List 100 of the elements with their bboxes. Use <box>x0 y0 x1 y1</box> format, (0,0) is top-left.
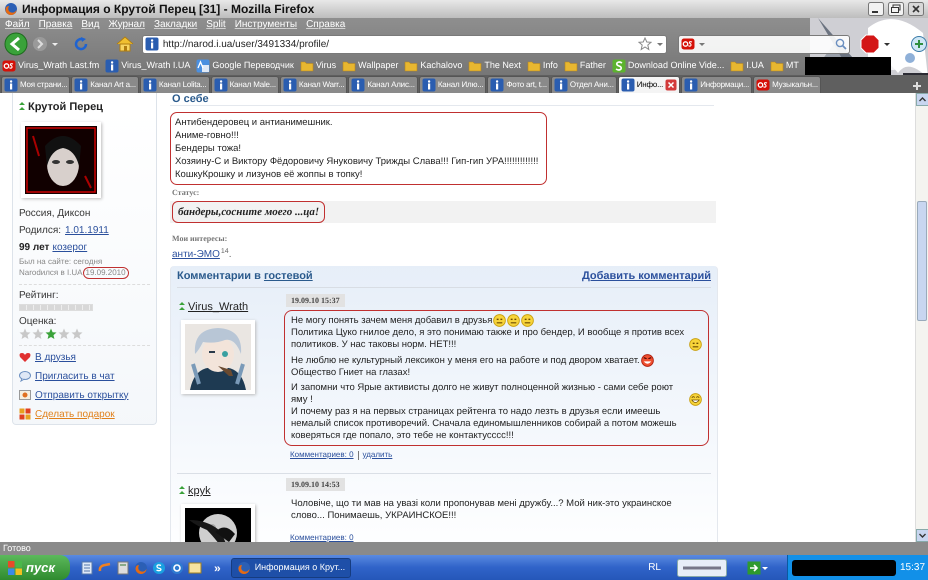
star-icon[interactable] <box>45 328 57 340</box>
guestbook-link[interactable]: гостевой <box>264 268 313 285</box>
star-icon[interactable] <box>19 328 31 340</box>
author-link[interactable]: kpyk <box>188 483 211 500</box>
joined-date: 19.09.2010 <box>82 266 129 278</box>
menu-item[interactable]: Справка <box>306 20 346 30</box>
status-text: Готово <box>3 544 31 553</box>
meh-emoticon-icon <box>507 314 520 327</box>
bookmark-item[interactable]: Google Переводчик <box>196 58 294 74</box>
meh-emoticon-icon <box>493 314 506 327</box>
menu-item[interactable]: Файл <box>5 20 30 30</box>
folder-icon <box>730 59 744 73</box>
age-text: 99 лет <box>19 242 50 254</box>
tab[interactable]: Музыкальн... <box>753 76 821 93</box>
meh-emoticon-icon <box>521 314 534 327</box>
menu-item[interactable]: Split <box>206 20 226 30</box>
calculator-icon[interactable] <box>116 560 130 574</box>
tab[interactable]: Информаци... <box>681 76 752 93</box>
os-logo-icon <box>2 59 16 73</box>
star-icon[interactable] <box>32 328 44 340</box>
tab[interactable]: Отдел Ани... <box>550 76 617 93</box>
new-tab-icon[interactable] <box>911 79 923 93</box>
arrow-icon[interactable] <box>747 560 761 574</box>
forward-icon[interactable] <box>32 36 48 52</box>
bookmark-item[interactable]: Kachalovo <box>404 58 462 74</box>
search-field[interactable] <box>678 34 850 54</box>
language-indicator[interactable]: RL <box>648 560 661 575</box>
start-button[interactable]: пуск <box>0 555 70 580</box>
comment-link[interactable]: Комментариев: 0 <box>290 449 354 461</box>
search-toolbar-icon[interactable] <box>677 558 727 576</box>
info-icon <box>74 78 88 92</box>
zodiac-link[interactable]: козерог <box>52 242 88 254</box>
menu-item[interactable]: Журнал <box>108 20 145 30</box>
author-link[interactable]: Virus_Wrath <box>188 299 248 316</box>
online-icon <box>19 102 25 112</box>
tab[interactable]: Канал Илю... <box>418 76 486 93</box>
status-label: Статус: <box>172 187 200 199</box>
heart-icon <box>19 351 31 363</box>
taskbar-button[interactable]: Информация о Крут... <box>230 558 352 578</box>
bookmark-item[interactable]: Download Online Vide... <box>612 58 724 74</box>
bookmark-item[interactable]: Wallpaper <box>342 58 398 74</box>
close-tab-icon[interactable] <box>665 79 678 91</box>
more-button[interactable]: » <box>214 558 221 576</box>
skype-icon[interactable] <box>152 560 166 574</box>
address-field[interactable]: http://narod.i.ua/user/3491334/profile/ <box>142 34 667 54</box>
bookmark-item[interactable]: Virus_Wrath I.UA <box>105 58 190 74</box>
scroll-up-icon[interactable] <box>916 93 928 106</box>
tab[interactable]: Канал Lolita... <box>140 76 210 93</box>
bookmark-item[interactable]: I.UA <box>730 58 764 74</box>
comment-text: Чоловіче, що ти мав на увазі коли пропонував мені дружбу...? Мой ник-это украинское слово... Понимаешь, УКРАИНСКОЕ!!! <box>291 498 673 522</box>
tab[interactable]: Канал Warr... <box>280 76 348 93</box>
bookmark-item[interactable]: Virus_Wrath Last.fm <box>2 58 100 74</box>
bookmark-item[interactable]: Info <box>526 58 558 74</box>
folder-icon <box>300 59 314 73</box>
menu-item[interactable]: Правка <box>38 20 72 30</box>
about-line: Аниме-говно!!! <box>175 129 240 142</box>
meh-emoticon-icon <box>689 338 702 351</box>
star-icon[interactable] <box>638 37 652 51</box>
download-icon <box>612 59 626 73</box>
action-link[interactable]: Сделать подарок <box>35 406 115 422</box>
tab[interactable]: Канал Алис... <box>348 76 418 93</box>
comment-text: Не люблю не культурный лексикон у меня его на работе и под двором хватает. <box>291 355 640 367</box>
bookmark-item[interactable]: Virus <box>300 58 336 74</box>
comment-link[interactable]: удалить <box>362 449 392 461</box>
bookmark-item[interactable]: MT <box>770 58 799 74</box>
birth-date-link[interactable]: 1.01.1911 <box>65 224 109 236</box>
messenger-icon[interactable] <box>188 560 202 574</box>
os-logo-icon <box>756 78 770 92</box>
star-icon[interactable] <box>71 328 83 340</box>
comment-link[interactable]: Комментариев: 0 <box>290 532 354 542</box>
minimize-icon[interactable] <box>868 2 884 16</box>
location-text: Россия, Диксон <box>19 208 92 220</box>
add-comment-link[interactable]: Добавить комментарий <box>582 268 711 285</box>
close-icon[interactable] <box>908 2 924 16</box>
restore-icon[interactable] <box>888 2 904 16</box>
speech-bubble-icon <box>19 370 31 382</box>
search-icon[interactable] <box>834 38 847 50</box>
star-icon[interactable] <box>58 328 70 340</box>
bookmark-item[interactable]: The Next <box>468 58 521 74</box>
tab[interactable]: Моя страни... <box>1 76 70 93</box>
tab[interactable]: Фото art, t... <box>487 76 550 93</box>
scroll-down-icon[interactable] <box>916 529 928 542</box>
windows-logo-icon <box>8 560 22 574</box>
back-icon[interactable] <box>3 32 29 56</box>
home-icon[interactable] <box>116 36 134 52</box>
action-link[interactable]: Отправить открытку <box>35 388 128 402</box>
notepad-icon[interactable] <box>80 560 94 574</box>
bookmark-item[interactable]: Father <box>564 58 606 74</box>
interest-link[interactable]: анти-ЭМО <box>172 247 220 262</box>
tab[interactable]: Канал Male... <box>210 76 279 93</box>
menu-item[interactable]: Инструменты <box>234 20 298 30</box>
tab[interactable]: Канал Art a... <box>71 76 139 93</box>
scroll-thumb[interactable] <box>917 201 927 321</box>
menu-item[interactable]: Закладки <box>154 20 198 30</box>
folder-icon <box>564 59 578 73</box>
action-link[interactable]: В друзья <box>35 350 76 364</box>
action-link[interactable]: Пригласить в чат <box>35 368 115 384</box>
scrollbar[interactable] <box>915 93 928 542</box>
menu-item[interactable]: Вид <box>81 20 100 30</box>
tab[interactable]: Инфо... <box>618 76 680 93</box>
